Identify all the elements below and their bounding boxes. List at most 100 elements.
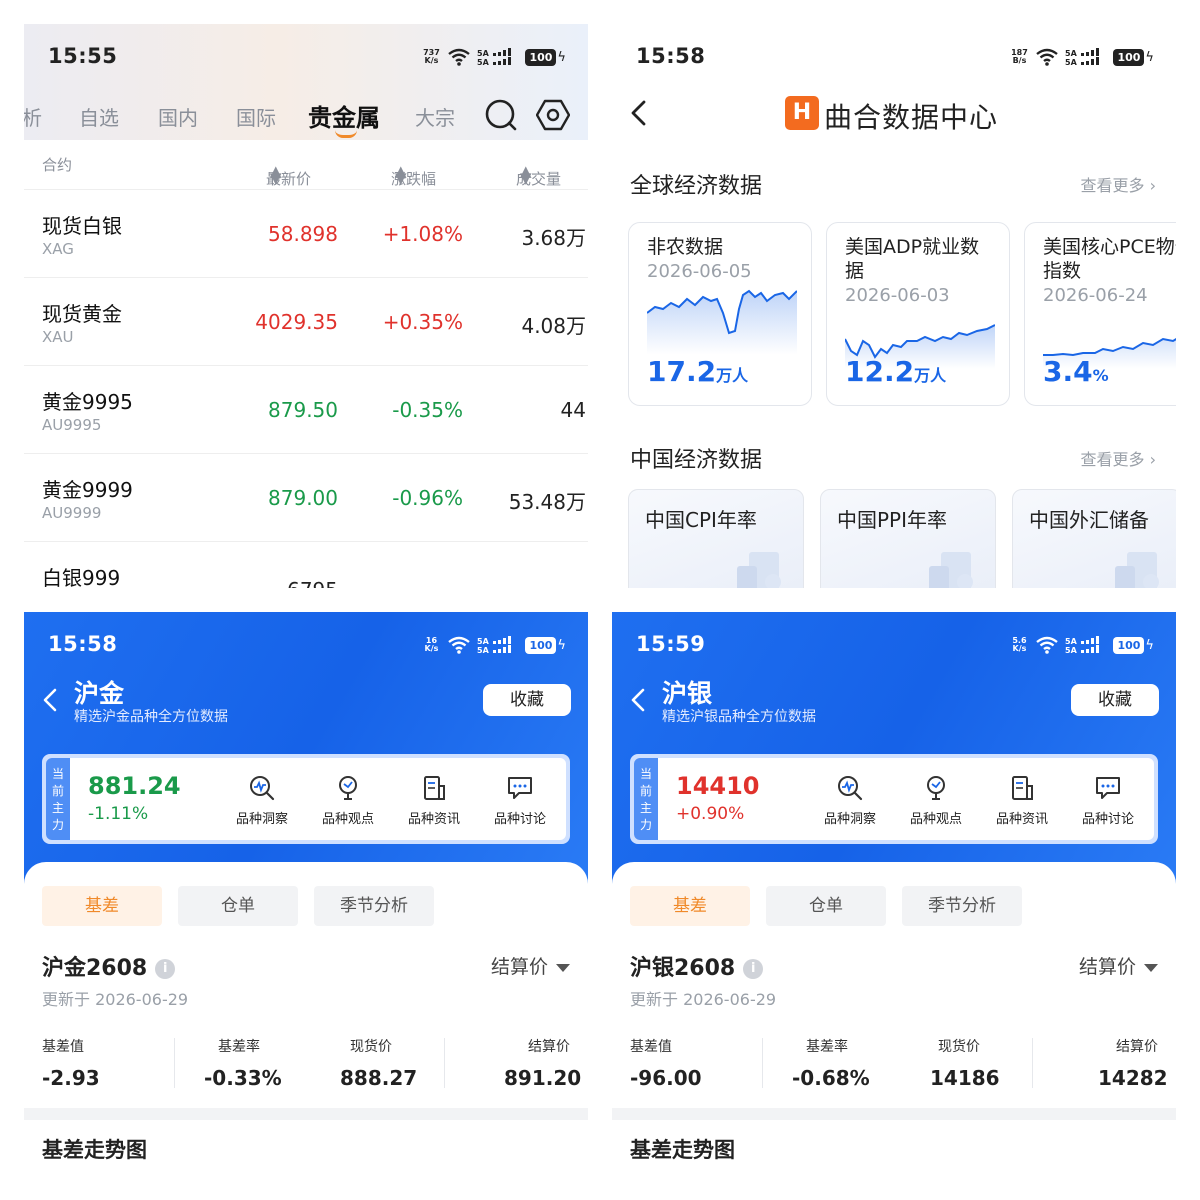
contract-code: XAG <box>42 240 74 258</box>
battery-icon: 100 ϟ <box>525 636 566 654</box>
price-type-dropdown[interactable]: 结算价 <box>491 952 570 979</box>
insight-button[interactable]: 品种洞察 <box>810 774 890 827</box>
table-row[interactable]: 现货黄金 XAU 4029.35 +0.35% 4.08万 <box>24 278 588 366</box>
updated-time: 更新于 2026-06-29 <box>630 990 777 1009</box>
insight-button[interactable]: 品种洞察 <box>222 774 302 827</box>
svg-text:5A: 5A <box>1065 58 1078 66</box>
tab-analysis[interactable]: 析 <box>24 102 42 131</box>
document-icon <box>737 552 781 588</box>
svg-text:5A: 5A <box>1065 637 1078 646</box>
news-button[interactable]: 品种资讯 <box>394 774 474 827</box>
divider <box>762 1038 763 1088</box>
status-bar: 15:58 16 K/s 5A 5A 100 ϟ <box>24 612 588 674</box>
latest-price: 6795 <box>287 578 338 588</box>
status-bar: 15:55 737 K/s 5A 5A 100 ϟ <box>24 24 588 86</box>
wifi-icon <box>447 636 471 654</box>
svg-text:5A: 5A <box>1065 646 1078 654</box>
status-time: 15:59 <box>636 632 706 656</box>
card-date: 2026-06-24 <box>1043 285 1148 306</box>
card-value: 17.2万人 <box>647 355 749 388</box>
info-icon[interactable]: i <box>155 959 176 979</box>
view-more-global[interactable]: 查看更多 › <box>1081 172 1157 196</box>
data-center-screen: 15:58 187 B/s 5A 5A 100 ϟ H 曲合数据中心 全球经济数据 查… <box>612 24 1176 588</box>
document-icon <box>929 552 973 588</box>
tab-basis[interactable]: 基差 <box>42 886 162 926</box>
news-button[interactable]: 品种资讯 <box>982 774 1062 827</box>
divider <box>444 1038 445 1088</box>
viewpoint-button[interactable]: 品种观点 <box>896 774 976 827</box>
indicator-card-adp[interactable]: 美国ADP就业数据 2026-06-03 12.2万人 <box>826 222 1010 406</box>
back-icon[interactable] <box>628 98 650 128</box>
network-speed: 5.6 K/s <box>1012 636 1027 653</box>
tab-domestic[interactable]: 国内 <box>158 102 198 131</box>
tab-watchlist[interactable]: 自选 <box>79 102 119 131</box>
wifi-icon <box>1035 636 1059 654</box>
news-icon <box>424 776 445 800</box>
contract-code: AU9995 <box>42 416 102 434</box>
tab-seasonal-analysis[interactable]: 季节分析 <box>902 886 1022 926</box>
status-time: 15:55 <box>48 44 118 68</box>
table-row[interactable]: 黄金9999 AU9999 879.00 -0.96% 53.48万 <box>24 454 588 542</box>
contract-name: 沪银2608 i <box>630 950 764 982</box>
tab-precious-metals[interactable]: 贵金属 <box>308 98 380 133</box>
table-row[interactable]: 现货白银 XAG 58.898 +1.08% 3.68万 <box>24 190 588 278</box>
network-speed: 16 K/s <box>424 636 439 653</box>
tab-seasonal-analysis[interactable]: 季节分析 <box>314 886 434 926</box>
indicator-card-pce[interactable]: 美国核心PCE物价指数 2026-06-24 3.4% <box>1024 222 1176 406</box>
current-change: +0.90% <box>676 804 745 824</box>
table-row[interactable]: 黄金9995 AU9995 879.50 -0.35% 44 <box>24 366 588 454</box>
tab-warehouse-receipts[interactable]: 仓单 <box>178 886 298 926</box>
tab-basis[interactable]: 基差 <box>630 886 750 926</box>
china-card-ppi[interactable]: 中国PPI年率 <box>820 489 996 588</box>
info-icon[interactable]: i <box>743 959 764 979</box>
contract-name: 沪金2608 i <box>42 950 176 982</box>
favorite-button[interactable]: 收藏 <box>483 684 571 716</box>
divider <box>1032 1038 1033 1088</box>
tab-warehouse-receipts[interactable]: 仓单 <box>766 886 886 926</box>
china-card-fx-reserves[interactable]: 中国外汇储备 <box>1012 489 1176 588</box>
volume: 3.68万 <box>521 226 586 250</box>
divider <box>174 1038 175 1088</box>
discussion-icon <box>508 777 532 799</box>
shfe-silver-screen: 15:59 5.6 K/s 5A 5A 100 ϟ 沪银 精选沪银品种全方位数据 收藏… <box>612 612 1176 1176</box>
status-bar: 15:58 187 B/s 5A 5A 100 ϟ <box>612 24 1176 86</box>
page-title: 沪金 <box>74 679 125 708</box>
card-date: 2026-06-05 <box>647 261 752 282</box>
settings-icon[interactable] <box>535 98 571 132</box>
price-change: -0.35% <box>392 398 463 422</box>
table-row[interactable]: 白银999 6795 -- -- <box>24 542 588 588</box>
price-type-dropdown[interactable]: 结算价 <box>1079 952 1158 979</box>
document-icon <box>1115 552 1159 588</box>
china-card-cpi[interactable]: 中国CPI年率 <box>628 489 804 588</box>
app-logo: H <box>785 96 819 130</box>
volume: 53.48万 <box>508 490 586 514</box>
back-icon[interactable] <box>628 686 648 714</box>
active-tab-indicator <box>335 130 357 138</box>
stat-value-settle-price: 891.20 <box>504 1066 582 1090</box>
signal-icon: 5A 5A <box>477 636 519 654</box>
signal-icon: 5A 5A <box>1065 48 1107 66</box>
card-date: 2026-06-03 <box>845 285 950 306</box>
page-title: 曲合数据中心 <box>824 101 999 134</box>
contract-name: 现货白银 <box>42 214 122 238</box>
indicator-card-nonfarm[interactable]: 非农数据 2026-06-05 17.2万人 <box>628 222 812 406</box>
price-change: -- <box>449 578 463 588</box>
insight-icon <box>838 776 863 801</box>
stat-label-settle-price: 结算价 <box>528 1039 570 1055</box>
current-change: -1.11% <box>88 804 149 824</box>
latest-price: 879.00 <box>268 486 338 510</box>
sort-icon: ▲ ▼ <box>270 162 282 187</box>
search-icon[interactable] <box>484 98 518 132</box>
view-more-china[interactable]: 查看更多 › <box>1081 446 1157 470</box>
tab-international[interactable]: 国际 <box>236 102 276 131</box>
viewpoint-button[interactable]: 品种观点 <box>308 774 388 827</box>
stat-label-basis-rate: 基差率 <box>218 1039 260 1055</box>
discussion-button[interactable]: 品种讨论 <box>1068 774 1148 827</box>
section-divider <box>24 1108 588 1120</box>
main-contract-tag: 当前主力 <box>46 758 70 840</box>
tab-commodities[interactable]: 大宗 <box>415 102 455 131</box>
discussion-button[interactable]: 品种讨论 <box>480 774 560 827</box>
favorite-button[interactable]: 收藏 <box>1071 684 1159 716</box>
back-icon[interactable] <box>40 686 60 714</box>
signal-icon: 5A 5A <box>1065 636 1107 654</box>
